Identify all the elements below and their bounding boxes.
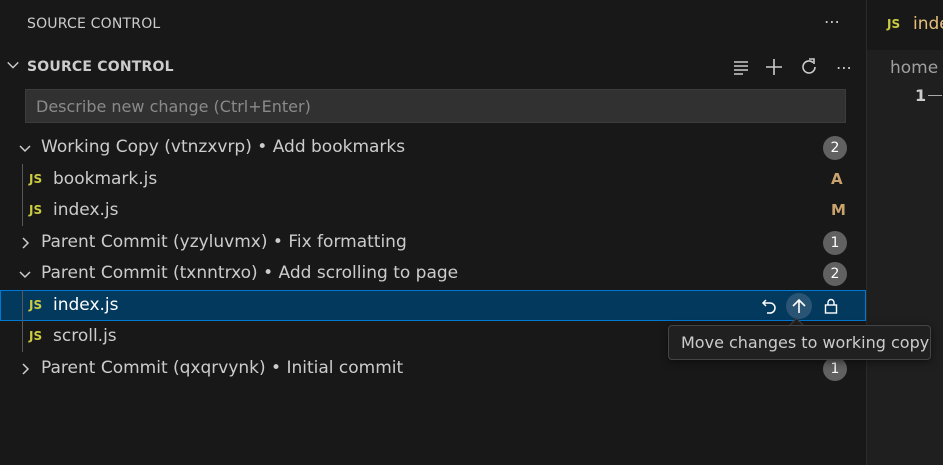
- commit-message-input[interactable]: [26, 90, 845, 122]
- js-file-icon: JS: [29, 329, 43, 343]
- file-status-modified: M: [831, 201, 846, 219]
- more-icon[interactable]: ⋯: [832, 55, 856, 79]
- file-name: index.js: [53, 200, 119, 220]
- arrow-up-icon[interactable]: [786, 293, 812, 319]
- file-row-index-js-selected[interactable]: JS index.js: [0, 290, 866, 321]
- file-name: index.js: [53, 295, 119, 315]
- lock-icon[interactable]: [818, 293, 844, 319]
- js-file-icon: JS: [29, 172, 43, 186]
- group-label: Parent Commit (qxqrvynk) • Initial commi…: [41, 358, 404, 378]
- group-row-add-scrolling[interactable]: Parent Commit (txnntrxo) • Add scrolling…: [0, 258, 866, 289]
- tooltip: Move changes to working copy: [668, 325, 931, 360]
- file-row-index-js[interactable]: JS index.js M: [0, 195, 866, 226]
- file-row-bookmark-js[interactable]: JS bookmark.js A: [0, 164, 866, 195]
- editor-tab[interactable]: JS index.js: [867, 0, 943, 50]
- group-label: Parent Commit (txnntrxo) • Add scrolling…: [41, 263, 459, 283]
- js-file-icon: JS: [29, 203, 43, 217]
- tab-label: index.js: [913, 14, 943, 34]
- chevron-right-icon[interactable]: [17, 235, 33, 251]
- panel-title: SOURCE CONTROL: [27, 16, 161, 32]
- discard-changes-icon[interactable]: [756, 293, 782, 319]
- commit-message-box[interactable]: [25, 89, 846, 123]
- tree-indent-guide: [22, 195, 23, 226]
- tree-indent-guide: [22, 321, 23, 352]
- tree-indent-guide: [22, 290, 23, 321]
- chevron-down-icon[interactable]: [17, 140, 33, 156]
- source-control-panel: SOURCE CONTROL ⋯ SOURCE CONTROL ⋯ Workin…: [0, 0, 866, 465]
- line-marker: [928, 95, 942, 96]
- view-as-list-icon[interactable]: [729, 55, 753, 79]
- js-file-icon: JS: [29, 298, 43, 312]
- new-change-icon[interactable]: [762, 55, 786, 79]
- file-status-added: A: [831, 170, 843, 188]
- count-badge: 2: [823, 262, 847, 286]
- count-badge: 1: [823, 357, 847, 381]
- section-title: SOURCE CONTROL: [27, 59, 174, 75]
- group-label: Parent Commit (yzyluvmx) • Fix formattin…: [41, 232, 407, 252]
- line-number: 1: [915, 86, 927, 105]
- refresh-icon[interactable]: [797, 55, 821, 79]
- group-row-working-copy[interactable]: Working Copy (vtnzxvrp) • Add bookmarks …: [0, 132, 866, 163]
- file-name: bookmark.js: [53, 169, 158, 189]
- count-badge: 1: [823, 231, 847, 255]
- tree-indent-guide: [22, 164, 23, 195]
- group-label: Working Copy (vtnzxvrp) • Add bookmarks: [41, 137, 406, 157]
- editor-area: JS index.js home 1: [867, 0, 943, 465]
- file-name: scroll.js: [53, 326, 117, 346]
- chevron-down-icon[interactable]: [17, 266, 33, 282]
- chevron-down-icon[interactable]: [6, 58, 20, 72]
- more-actions-icon[interactable]: ⋯: [820, 10, 844, 34]
- group-row-fix-formatting[interactable]: Parent Commit (yzyluvmx) • Fix formattin…: [0, 227, 866, 258]
- breadcrumb[interactable]: home: [890, 58, 938, 78]
- count-badge: 2: [823, 136, 847, 160]
- js-file-icon: JS: [887, 17, 901, 31]
- chevron-right-icon[interactable]: [17, 361, 33, 377]
